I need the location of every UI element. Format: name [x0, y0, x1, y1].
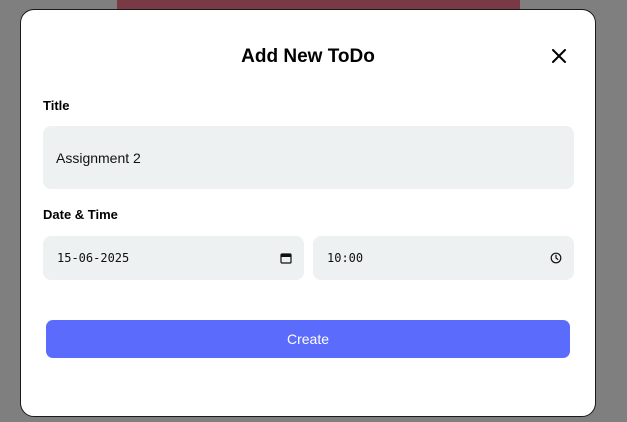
add-todo-dialog: Add New ToDo Title Assignment 2 Date & T… — [20, 9, 596, 417]
date-input-value: 15-06-2025 — [57, 251, 130, 265]
time-input-value: 10:00 — [327, 251, 364, 265]
close-icon — [552, 49, 566, 63]
datetime-label: Date & Time — [43, 207, 118, 222]
close-button[interactable] — [549, 46, 569, 66]
create-button[interactable]: Create — [46, 320, 570, 358]
time-input[interactable]: 10:00 — [313, 236, 574, 280]
dialog-title: Add New ToDo — [241, 46, 375, 67]
clock-icon[interactable] — [550, 252, 562, 264]
title-input-value: Assignment 2 — [56, 149, 141, 166]
title-input[interactable]: Assignment 2 — [43, 126, 574, 189]
calendar-icon[interactable] — [280, 252, 292, 264]
date-input[interactable]: 15-06-2025 — [43, 236, 304, 280]
title-label: Title — [43, 98, 70, 113]
